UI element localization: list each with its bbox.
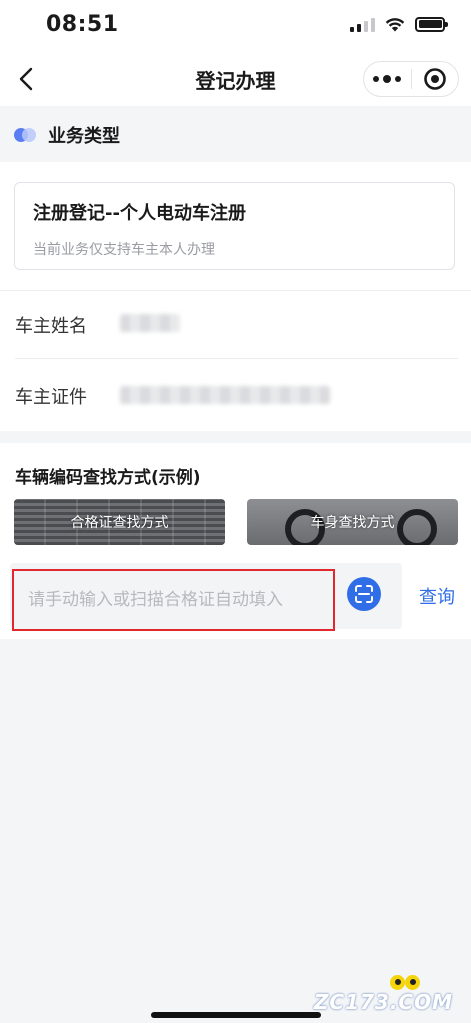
vehicle-code-search-bar <box>10 563 402 631</box>
home-indicator <box>151 1012 321 1018</box>
close-button[interactable] <box>411 62 458 96</box>
query-button[interactable]: 查询 <box>419 583 455 609</box>
nav-bar: 登记办理 <box>0 52 471 106</box>
vehicle-code-heading: 车辆编码查找方式(示例) <box>15 468 201 488</box>
more-dots-icon <box>373 76 380 82</box>
owner-name-label: 车主姓名 <box>15 316 87 337</box>
registration-form: 注册登记--个人电动车注册 当前业务仅支持车主本人办理 车主姓名 车主证件 <box>0 162 471 431</box>
business-title: 注册登记--个人电动车注册 <box>33 203 246 224</box>
scan-icon <box>355 585 373 603</box>
section-toggle-icon <box>14 128 36 142</box>
owner-id-value-redacted <box>120 386 330 404</box>
divider <box>0 290 471 291</box>
mini-program-capsule <box>363 61 459 97</box>
target-circle-icon <box>423 68 446 90</box>
chevron-left-icon <box>19 67 33 91</box>
more-button[interactable] <box>364 62 411 96</box>
vehicle-code-input[interactable] <box>12 569 335 631</box>
certificate-example-button[interactable]: 合格证查找方式 <box>14 499 225 545</box>
status-icons <box>350 16 448 32</box>
owner-id-label: 车主证件 <box>15 387 87 408</box>
certificate-example-label: 合格证查找方式 <box>70 515 169 531</box>
owner-name-value-redacted <box>120 314 180 332</box>
battery-icon <box>415 16 448 32</box>
business-type-header: 业务类型 <box>0 106 471 162</box>
scan-button[interactable] <box>347 577 381 611</box>
business-note: 当前业务仅支持车主本人办理 <box>33 242 215 258</box>
selected-business-card[interactable]: 注册登记--个人电动车注册 当前业务仅支持车主本人办理 <box>14 182 455 270</box>
divider <box>15 358 458 359</box>
vehicle-code-section: 车辆编码查找方式(示例) 合格证查找方式 车身查找方式 <box>0 443 471 639</box>
status-bar: 08:51 <box>0 0 471 52</box>
cellular-signal-icon <box>350 16 375 32</box>
business-type-heading: 业务类型 <box>48 126 120 147</box>
vehicle-body-example-button[interactable]: 车身查找方式 <box>247 499 458 545</box>
vehicle-body-example-label: 车身查找方式 <box>310 515 395 531</box>
wifi-icon <box>385 17 405 31</box>
status-time: 08:51 <box>46 12 119 37</box>
back-button[interactable] <box>12 64 40 94</box>
watermark: ZC173.COM <box>313 990 453 1014</box>
